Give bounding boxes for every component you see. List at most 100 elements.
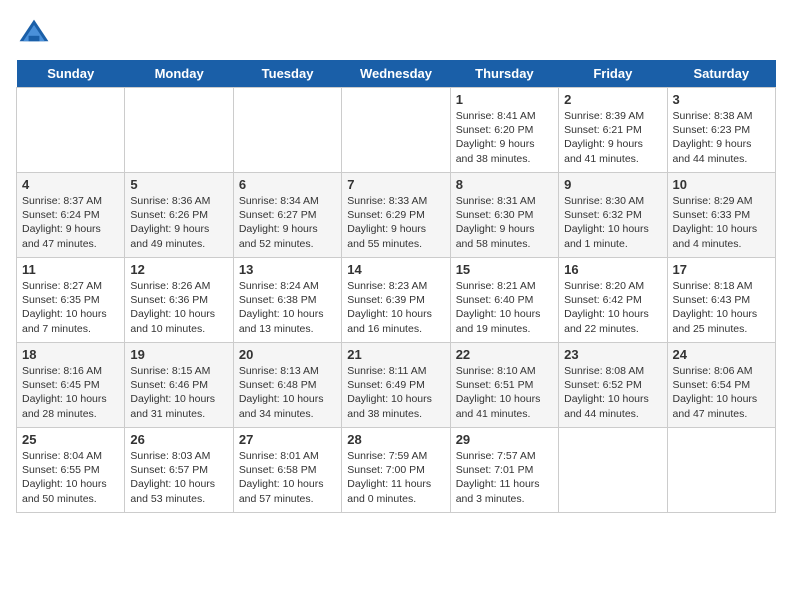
calendar-cell: 15 Sunrise: 8:21 AM Sunset: 6:40 PM Dayli…: [450, 258, 558, 343]
day-number: 27: [239, 432, 336, 447]
calendar-cell: 28 Sunrise: 7:59 AM Sunset: 7:00 PM Dayli…: [342, 428, 450, 513]
week-row-4: 18 Sunrise: 8:16 AM Sunset: 6:45 PM Dayli…: [17, 343, 776, 428]
day-info: Sunrise: 7:57 AM Sunset: 7:01 PM Dayligh…: [456, 449, 553, 506]
page-header: [16, 16, 776, 52]
day-info: Sunrise: 8:10 AM Sunset: 6:51 PM Dayligh…: [456, 364, 553, 421]
calendar-cell: 24 Sunrise: 8:06 AM Sunset: 6:54 PM Dayli…: [667, 343, 775, 428]
calendar-cell: 5Sunrise: 8:36 AM Sunset: 6:26 PM Daylig…: [125, 173, 233, 258]
day-info: Sunrise: 8:26 AM Sunset: 6:36 PM Dayligh…: [130, 279, 227, 336]
weekday-header-sunday: Sunday: [17, 60, 125, 88]
weekday-header-thursday: Thursday: [450, 60, 558, 88]
weekday-header-wednesday: Wednesday: [342, 60, 450, 88]
day-info: Sunrise: 8:11 AM Sunset: 6:49 PM Dayligh…: [347, 364, 444, 421]
week-row-1: 1 Sunrise: 8:41 AM Sunset: 6:20 PM Daylig…: [17, 88, 776, 173]
day-info: Sunrise: 8:21 AM Sunset: 6:40 PM Dayligh…: [456, 279, 553, 336]
calendar-cell: [667, 428, 775, 513]
day-number: 8: [456, 177, 553, 192]
calendar-cell: 1 Sunrise: 8:41 AM Sunset: 6:20 PM Daylig…: [450, 88, 558, 173]
calendar-cell: 12 Sunrise: 8:26 AM Sunset: 6:36 PM Dayli…: [125, 258, 233, 343]
calendar-cell: [125, 88, 233, 173]
day-info: Sunrise: 7:59 AM Sunset: 7:00 PM Dayligh…: [347, 449, 444, 506]
day-info: Sunrise: 8:33 AM Sunset: 6:29 PM Dayligh…: [347, 194, 444, 251]
day-info: Sunrise: 8:24 AM Sunset: 6:38 PM Dayligh…: [239, 279, 336, 336]
day-number: 13: [239, 262, 336, 277]
calendar-cell: [559, 428, 667, 513]
day-number: 1: [456, 92, 553, 107]
calendar-cell: [17, 88, 125, 173]
calendar-cell: 29 Sunrise: 7:57 AM Sunset: 7:01 PM Dayli…: [450, 428, 558, 513]
calendar-cell: 19Sunrise: 8:15 AM Sunset: 6:46 PM Dayli…: [125, 343, 233, 428]
day-number: 12: [130, 262, 227, 277]
day-info: Sunrise: 8:06 AM Sunset: 6:54 PM Dayligh…: [673, 364, 770, 421]
day-info: Sunrise: 8:13 AM Sunset: 6:48 PM Dayligh…: [239, 364, 336, 421]
calendar-cell: 6 Sunrise: 8:34 AM Sunset: 6:27 PM Daylig…: [233, 173, 341, 258]
calendar-cell: 20 Sunrise: 8:13 AM Sunset: 6:48 PM Dayli…: [233, 343, 341, 428]
day-number: 15: [456, 262, 553, 277]
calendar-cell: 18 Sunrise: 8:16 AM Sunset: 6:45 PM Dayli…: [17, 343, 125, 428]
day-number: 9: [564, 177, 661, 192]
day-info: Sunrise: 8:01 AM Sunset: 6:58 PM Dayligh…: [239, 449, 336, 506]
calendar-cell: 16Sunrise: 8:20 AM Sunset: 6:42 PM Dayli…: [559, 258, 667, 343]
day-info: Sunrise: 8:34 AM Sunset: 6:27 PM Dayligh…: [239, 194, 336, 251]
day-info: Sunrise: 8:30 AM Sunset: 6:32 PM Dayligh…: [564, 194, 661, 251]
calendar-cell: [233, 88, 341, 173]
day-number: 26: [130, 432, 227, 447]
day-number: 18: [22, 347, 119, 362]
day-info: Sunrise: 8:03 AM Sunset: 6:57 PM Dayligh…: [130, 449, 227, 506]
day-number: 20: [239, 347, 336, 362]
calendar-cell: 7 Sunrise: 8:33 AM Sunset: 6:29 PM Daylig…: [342, 173, 450, 258]
calendar-cell: 27 Sunrise: 8:01 AM Sunset: 6:58 PM Dayli…: [233, 428, 341, 513]
day-info: Sunrise: 8:29 AM Sunset: 6:33 PM Dayligh…: [673, 194, 770, 251]
day-number: 7: [347, 177, 444, 192]
day-number: 3: [673, 92, 770, 107]
calendar-cell: 9 Sunrise: 8:30 AM Sunset: 6:32 PM Daylig…: [559, 173, 667, 258]
day-info: Sunrise: 8:15 AM Sunset: 6:46 PM Dayligh…: [130, 364, 227, 421]
day-number: 22: [456, 347, 553, 362]
day-info: Sunrise: 8:16 AM Sunset: 6:45 PM Dayligh…: [22, 364, 119, 421]
day-number: 2: [564, 92, 661, 107]
day-number: 11: [22, 262, 119, 277]
calendar-cell: 10Sunrise: 8:29 AM Sunset: 6:33 PM Dayli…: [667, 173, 775, 258]
day-info: Sunrise: 8:31 AM Sunset: 6:30 PM Dayligh…: [456, 194, 553, 251]
calendar-cell: 17 Sunrise: 8:18 AM Sunset: 6:43 PM Dayli…: [667, 258, 775, 343]
calendar-cell: 21 Sunrise: 8:11 AM Sunset: 6:49 PM Dayli…: [342, 343, 450, 428]
day-info: Sunrise: 8:41 AM Sunset: 6:20 PM Dayligh…: [456, 109, 553, 166]
logo-icon: [16, 16, 52, 52]
calendar-cell: 11 Sunrise: 8:27 AM Sunset: 6:35 PM Dayli…: [17, 258, 125, 343]
week-row-3: 11 Sunrise: 8:27 AM Sunset: 6:35 PM Dayli…: [17, 258, 776, 343]
calendar-cell: 13 Sunrise: 8:24 AM Sunset: 6:38 PM Dayli…: [233, 258, 341, 343]
day-info: Sunrise: 8:08 AM Sunset: 6:52 PM Dayligh…: [564, 364, 661, 421]
day-info: Sunrise: 8:18 AM Sunset: 6:43 PM Dayligh…: [673, 279, 770, 336]
calendar-table: SundayMondayTuesdayWednesdayThursdayFrid…: [16, 60, 776, 513]
day-number: 24: [673, 347, 770, 362]
day-info: Sunrise: 8:23 AM Sunset: 6:39 PM Dayligh…: [347, 279, 444, 336]
calendar-cell: 8 Sunrise: 8:31 AM Sunset: 6:30 PM Daylig…: [450, 173, 558, 258]
day-number: 29: [456, 432, 553, 447]
logo: [16, 16, 56, 52]
day-number: 25: [22, 432, 119, 447]
calendar-body: 1 Sunrise: 8:41 AM Sunset: 6:20 PM Daylig…: [17, 88, 776, 513]
day-info: Sunrise: 8:38 AM Sunset: 6:23 PM Dayligh…: [673, 109, 770, 166]
day-number: 4: [22, 177, 119, 192]
weekday-header-tuesday: Tuesday: [233, 60, 341, 88]
day-info: Sunrise: 8:27 AM Sunset: 6:35 PM Dayligh…: [22, 279, 119, 336]
calendar-cell: 22 Sunrise: 8:10 AM Sunset: 6:51 PM Dayli…: [450, 343, 558, 428]
calendar-cell: 26 Sunrise: 8:03 AM Sunset: 6:57 PM Dayli…: [125, 428, 233, 513]
weekday-header-monday: Monday: [125, 60, 233, 88]
day-number: 6: [239, 177, 336, 192]
day-number: 17: [673, 262, 770, 277]
calendar-cell: 3 Sunrise: 8:38 AM Sunset: 6:23 PM Daylig…: [667, 88, 775, 173]
day-number: 5: [130, 177, 227, 192]
day-number: 23: [564, 347, 661, 362]
weekday-header-friday: Friday: [559, 60, 667, 88]
day-info: Sunrise: 8:04 AM Sunset: 6:55 PM Dayligh…: [22, 449, 119, 506]
calendar-cell: 2Sunrise: 8:39 AM Sunset: 6:21 PM Daylig…: [559, 88, 667, 173]
calendar-cell: 23 Sunrise: 8:08 AM Sunset: 6:52 PM Dayli…: [559, 343, 667, 428]
day-number: 21: [347, 347, 444, 362]
week-row-5: 25 Sunrise: 8:04 AM Sunset: 6:55 PM Dayli…: [17, 428, 776, 513]
day-number: 28: [347, 432, 444, 447]
calendar-cell: 4Sunrise: 8:37 AM Sunset: 6:24 PM Daylig…: [17, 173, 125, 258]
calendar-cell: [342, 88, 450, 173]
day-info: Sunrise: 8:20 AM Sunset: 6:42 PM Dayligh…: [564, 279, 661, 336]
weekday-header-row: SundayMondayTuesdayWednesdayThursdayFrid…: [17, 60, 776, 88]
